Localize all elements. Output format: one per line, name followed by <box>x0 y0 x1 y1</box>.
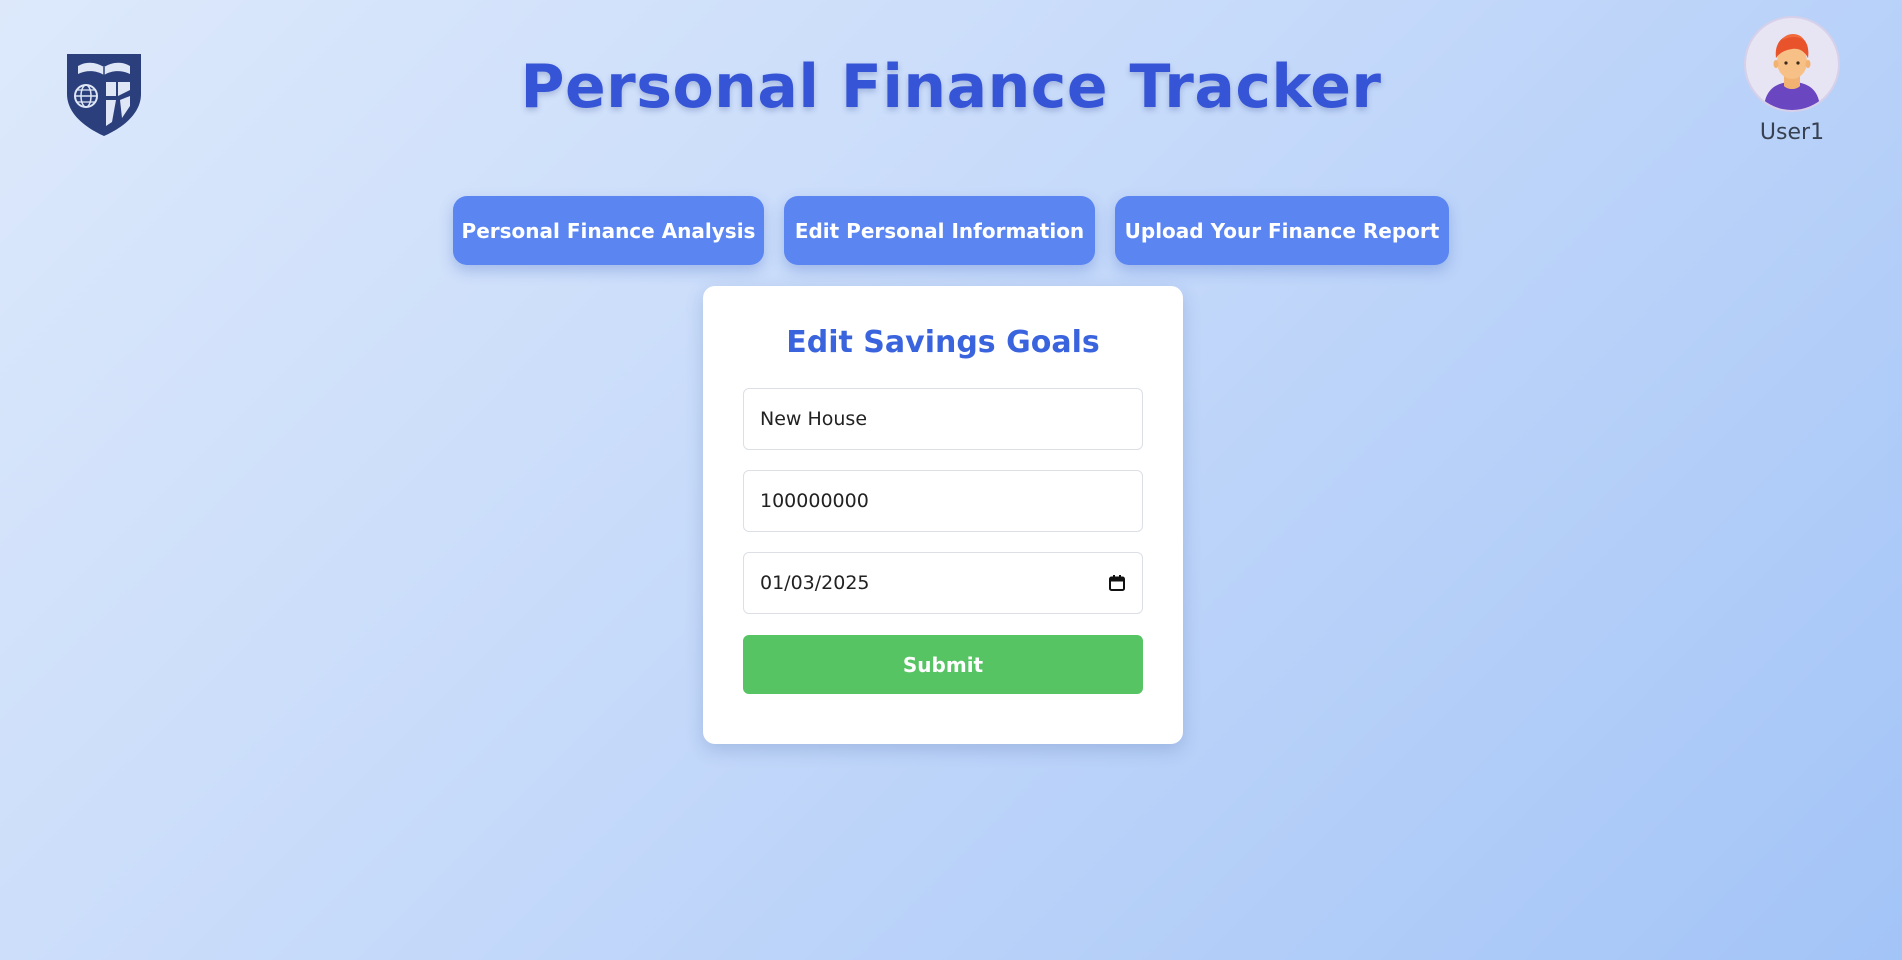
user-name: User1 <box>1759 120 1825 145</box>
form-title: Edit Savings Goals <box>786 325 1100 360</box>
personal-finance-analysis-button[interactable]: Personal Finance Analysis <box>453 196 764 265</box>
goal-name-value: New House <box>760 408 868 430</box>
edit-personal-information-button[interactable]: Edit Personal Information <box>784 196 1095 265</box>
target-date-input[interactable]: 01/03/2025 <box>743 552 1143 614</box>
goal-amount-value: 100000000 <box>760 490 869 512</box>
main-nav: Personal Finance Analysis Edit Personal … <box>0 196 1902 265</box>
savings-goal-form: Edit Savings Goals New House 100000000 0… <box>703 286 1183 744</box>
user-profile[interactable]: User1 <box>1742 16 1842 145</box>
submit-button[interactable]: Submit <box>743 635 1143 694</box>
goal-amount-input[interactable]: 100000000 <box>743 470 1143 532</box>
goal-name-input[interactable]: New House <box>743 388 1143 450</box>
user-avatar-icon[interactable] <box>1744 16 1840 112</box>
calendar-icon[interactable] <box>1108 574 1126 592</box>
upload-finance-report-button[interactable]: Upload Your Finance Report <box>1115 196 1449 265</box>
page-title: Personal Finance Tracker <box>520 52 1382 122</box>
target-date-value: 01/03/2025 <box>760 572 870 594</box>
